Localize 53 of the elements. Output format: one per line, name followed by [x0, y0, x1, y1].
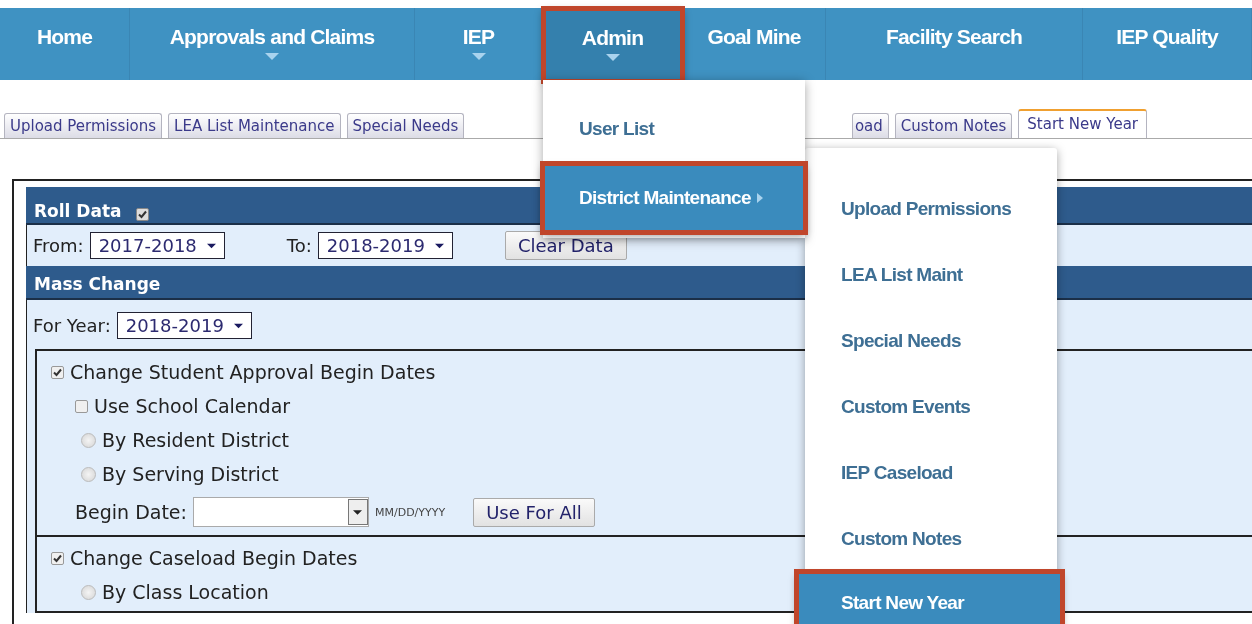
- nav-item[interactable]: IEP Quality: [1083, 8, 1252, 80]
- radio-button[interactable]: [81, 584, 96, 600]
- radio-button[interactable]: [81, 432, 96, 448]
- menu-item[interactable]: User List: [543, 100, 805, 158]
- field-label: To:: [286, 235, 312, 256]
- select-field[interactable]: 2018-2019: [116, 312, 252, 339]
- dropdown-icon: [353, 509, 363, 515]
- radio-label: By Resident District: [102, 429, 290, 451]
- nav-item[interactable]: Approvals and Claims: [130, 8, 415, 80]
- tab[interactable]: oad: [851, 113, 889, 138]
- section-title: Roll Data: [34, 201, 122, 221]
- radio-label: By Serving District: [102, 463, 279, 485]
- checkbox-label: Change Student Approval Begin Dates: [70, 361, 436, 383]
- menu-item[interactable]: Start New Year: [797, 572, 1062, 624]
- menu-item[interactable]: Special Needs: [805, 308, 1057, 374]
- caret-icon: [471, 53, 486, 60]
- menu-item[interactable]: IEP Caseload: [805, 440, 1057, 506]
- select-field[interactable]: 2017-2018: [89, 232, 225, 259]
- caret-icon: [605, 54, 620, 61]
- menu-item[interactable]: LEA List Maint: [805, 242, 1057, 308]
- nav-item[interactable]: Admin: [543, 8, 683, 82]
- checkbox[interactable]: [75, 399, 88, 413]
- checkbox-label: Use School Calendar: [94, 395, 291, 417]
- menu-item[interactable]: Custom Notes: [805, 506, 1057, 572]
- section-title: Mass Change: [34, 274, 161, 294]
- tab[interactable]: Custom Notes: [894, 113, 1013, 138]
- select-field[interactable]: 2018-2019: [317, 232, 453, 259]
- checkbox[interactable]: [51, 365, 64, 379]
- caret-icon: [265, 53, 279, 60]
- dropdown-icon: [206, 241, 216, 250]
- use-for-all-button[interactable]: Use For All: [473, 497, 595, 527]
- field-label: From:: [33, 235, 84, 256]
- dropdown-icon: [233, 321, 243, 330]
- tab[interactable]: Start New Year: [1018, 109, 1147, 138]
- date-field[interactable]: [192, 497, 369, 527]
- tab[interactable]: Upload Permissions: [4, 113, 163, 138]
- checkbox[interactable]: [135, 208, 149, 221]
- tab[interactable]: Special Needs: [346, 113, 465, 138]
- menu-item[interactable]: District Maintenance: [543, 164, 805, 232]
- nav-item[interactable]: Home: [0, 8, 130, 80]
- date-format-hint: MM/DD/YYYY: [374, 505, 446, 519]
- checkbox[interactable]: [51, 551, 64, 565]
- checkbox-label: Change Caseload Begin Dates: [70, 547, 358, 569]
- tab[interactable]: LEA List Maintenance: [168, 113, 341, 138]
- radio-label: By Class Location: [102, 581, 269, 603]
- field-label: For Year:: [33, 315, 111, 336]
- radio-button[interactable]: [81, 466, 96, 482]
- menu-item[interactable]: Upload Permissions: [805, 176, 1057, 242]
- field-label: Begin Date:: [75, 501, 187, 523]
- dropdown-icon: [434, 241, 444, 250]
- chevron-icon: [756, 193, 763, 203]
- menu-item[interactable]: Custom Events: [805, 374, 1057, 440]
- nav-item[interactable]: Facility Search: [826, 8, 1083, 80]
